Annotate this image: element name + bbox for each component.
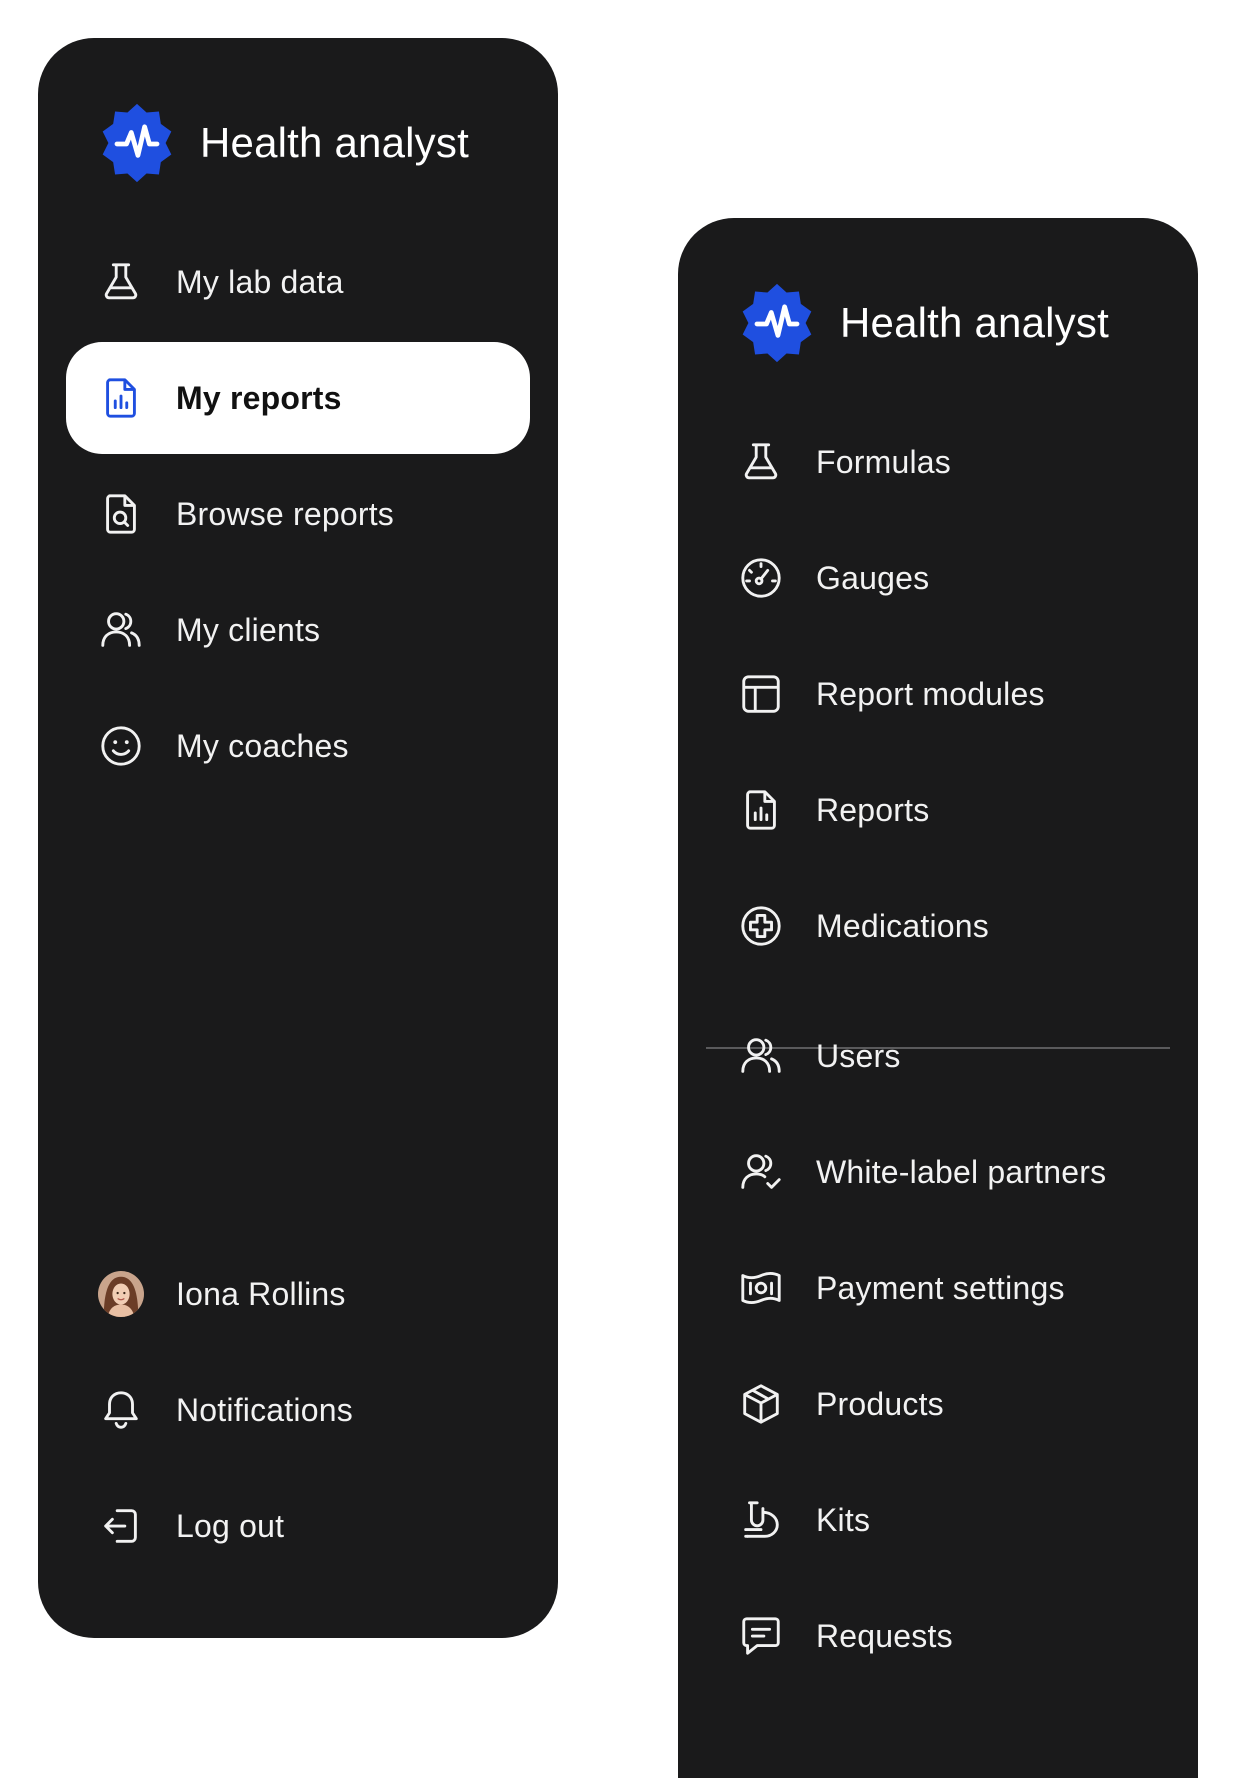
banknote-icon [736, 1263, 786, 1313]
app-title: Health analyst [840, 299, 1109, 346]
nav-item-requests[interactable]: Requests [706, 1580, 1170, 1692]
report-chart-icon [736, 785, 786, 835]
nav-label: Notifications [176, 1391, 353, 1428]
gauge-icon [736, 553, 786, 603]
search-document-icon [96, 489, 146, 539]
avatar [96, 1269, 146, 1319]
users-icon [96, 605, 146, 655]
health-logo-icon [96, 102, 178, 184]
nav-item-report-modules[interactable]: Report modules [706, 638, 1170, 750]
nav-label: My lab data [176, 263, 344, 300]
nav-item-reports[interactable]: Reports [706, 754, 1170, 866]
nav-item-my-lab-data[interactable]: My lab data [66, 226, 530, 338]
sidebar-left: Health analyst My lab data My reports Br… [38, 38, 558, 1638]
nav-label: Browse reports [176, 495, 394, 532]
brand[interactable]: Health analyst [736, 282, 1109, 364]
nav-item-formulas[interactable]: Formulas [706, 406, 1170, 518]
nav-label: Log out [176, 1507, 285, 1544]
app-title: Health analyst [200, 119, 469, 166]
nav-label: Medications [816, 907, 989, 944]
nav-label: Products [816, 1385, 944, 1422]
nav-item-products[interactable]: Products [706, 1348, 1170, 1460]
page: Health analyst My lab data My reports Br… [0, 0, 1234, 1778]
nav-label: Gauges [816, 559, 930, 596]
nav-label: Report modules [816, 675, 1045, 712]
nav-label: Reports [816, 791, 930, 828]
sidebar-right: Health analyst Formulas Gauges Report mo… [678, 218, 1198, 1778]
profile-name: Iona Rollins [176, 1275, 346, 1312]
nav-item-my-clients[interactable]: My clients [66, 574, 530, 686]
nav-item-browse-reports[interactable]: Browse reports [66, 458, 530, 570]
bell-icon [96, 1385, 146, 1435]
flask-icon [736, 437, 786, 487]
nav-label: Users [816, 1037, 901, 1074]
nav-label: My reports [176, 379, 342, 416]
layout-icon [736, 669, 786, 719]
nav-item-log-out[interactable]: Log out [66, 1470, 530, 1582]
kit-icon [736, 1495, 786, 1545]
nav-item-medications[interactable]: Medications [706, 870, 1170, 982]
nav-label: Payment settings [816, 1269, 1065, 1306]
user-check-icon [736, 1147, 786, 1197]
brand[interactable]: Health analyst [96, 102, 469, 184]
box-icon [736, 1379, 786, 1429]
nav-item-notifications[interactable]: Notifications [66, 1354, 530, 1466]
nav-label: Formulas [816, 443, 951, 480]
nav-item-my-reports[interactable]: My reports [66, 342, 530, 454]
medical-cross-icon [736, 901, 786, 951]
flask-icon [96, 257, 146, 307]
nav-label: White-label partners [816, 1153, 1107, 1190]
nav-item-kits[interactable]: Kits [706, 1464, 1170, 1576]
nav-label: Requests [816, 1617, 953, 1654]
smiley-icon [96, 721, 146, 771]
nav-item-my-coaches[interactable]: My coaches [66, 690, 530, 802]
nav-label: My clients [176, 611, 321, 648]
nav-item-gauges[interactable]: Gauges [706, 522, 1170, 634]
nav-label: My coaches [176, 727, 349, 764]
message-icon [736, 1611, 786, 1661]
nav-item-payment-settings[interactable]: Payment settings [706, 1232, 1170, 1344]
nav-label: Kits [816, 1501, 871, 1538]
nav-item-profile[interactable]: Iona Rollins [66, 1238, 530, 1350]
nav-item-white-label-partners[interactable]: White-label partners [706, 1116, 1170, 1228]
nav-item-users[interactable]: Users [706, 1000, 1170, 1112]
health-logo-icon [736, 282, 818, 364]
report-chart-icon [96, 373, 146, 423]
logout-icon [96, 1501, 146, 1551]
users-icon [736, 1031, 786, 1081]
